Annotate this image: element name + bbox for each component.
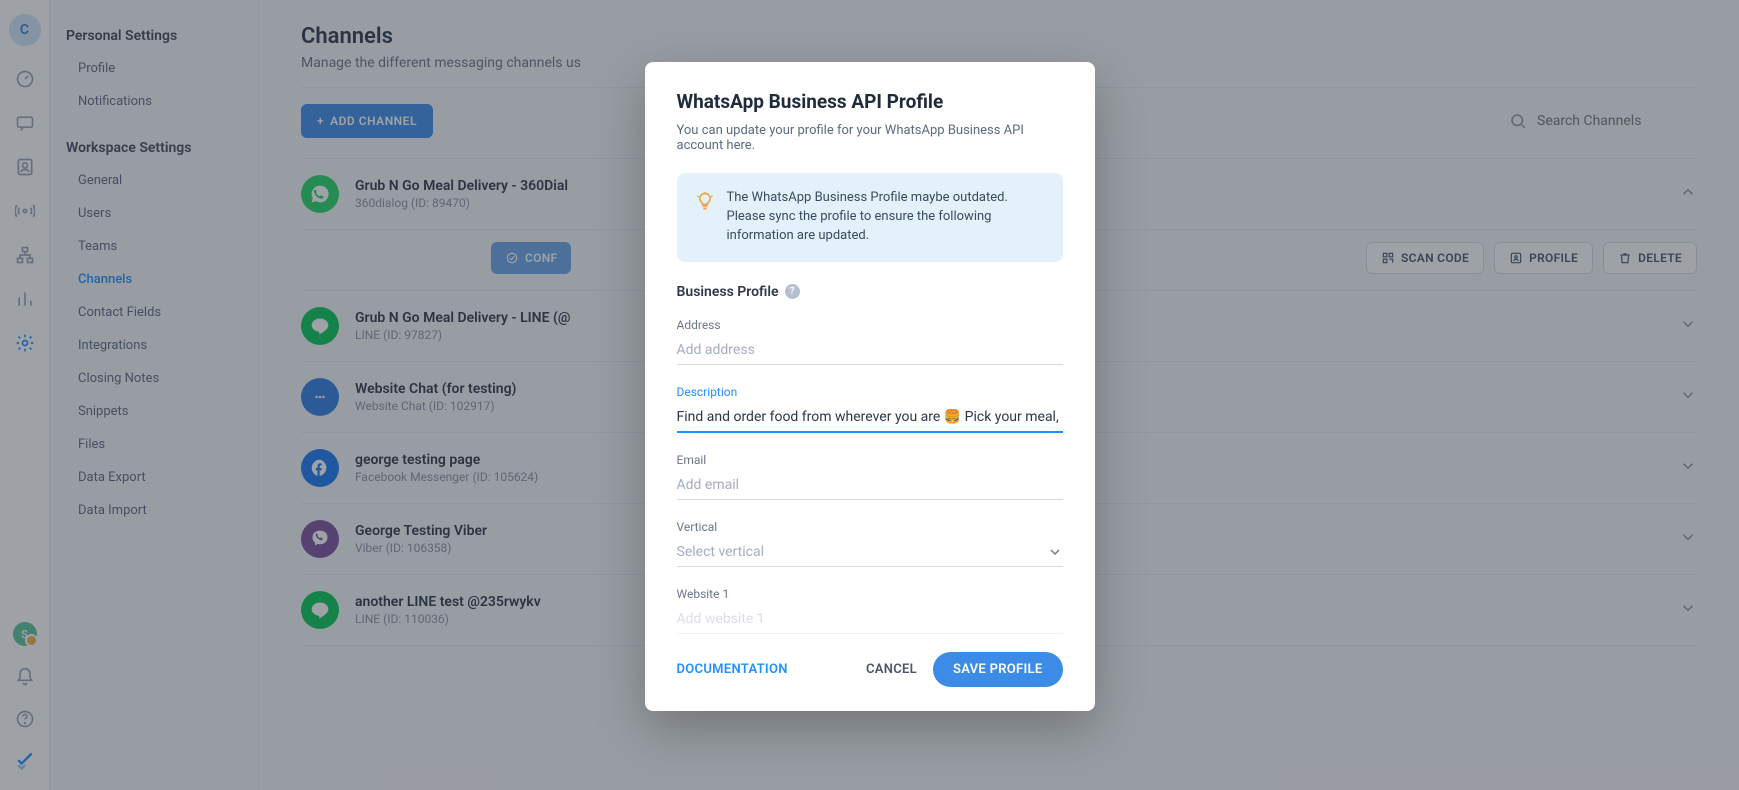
vertical-select[interactable]: Select vertical — [677, 538, 1063, 567]
modal-subtitle: You can update your profile for your Wha… — [677, 123, 1063, 153]
help-tooltip-icon[interactable]: ? — [785, 284, 800, 299]
modal-title: WhatsApp Business API Profile — [677, 90, 1063, 113]
email-label: Email — [677, 453, 1063, 467]
info-text: The WhatsApp Business Profile maybe outd… — [727, 189, 1045, 246]
modal-footer: DOCUMENTATION CANCEL SAVE PROFILE — [677, 652, 1063, 687]
email-input[interactable] — [677, 471, 1063, 500]
cancel-button[interactable]: CANCEL — [850, 652, 933, 687]
info-box: The WhatsApp Business Profile maybe outd… — [677, 173, 1063, 262]
description-label: Description — [677, 385, 1063, 399]
vertical-placeholder: Select vertical — [677, 544, 764, 560]
website1-input[interactable] — [677, 605, 1063, 634]
lightbulb-icon — [695, 191, 715, 246]
address-label: Address — [677, 318, 1063, 332]
modal-overlay[interactable]: WhatsApp Business API Profile You can up… — [0, 0, 1739, 790]
description-input[interactable] — [677, 403, 1063, 433]
save-profile-button[interactable]: SAVE PROFILE — [933, 652, 1063, 687]
whatsapp-profile-modal: WhatsApp Business API Profile You can up… — [645, 62, 1095, 711]
chevron-down-icon — [1047, 544, 1063, 560]
website1-label: Website 1 — [677, 587, 1063, 601]
address-input[interactable] — [677, 336, 1063, 365]
business-profile-section: Business Profile ? — [677, 284, 1063, 300]
vertical-label: Vertical — [677, 520, 1063, 534]
documentation-link[interactable]: DOCUMENTATION — [677, 662, 788, 677]
